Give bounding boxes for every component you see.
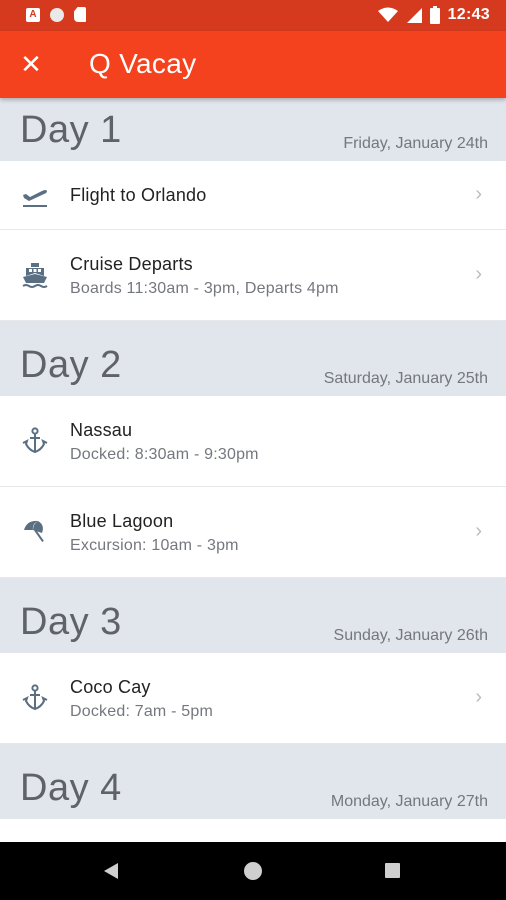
day-title: Day 2 (20, 344, 122, 386)
battery-icon (429, 6, 440, 24)
chevron-right-icon: › (475, 520, 482, 542)
sd-card-icon (74, 7, 86, 22)
day-date: Saturday, January 25th (323, 370, 488, 387)
status-right-icons: 12:43 (377, 6, 490, 24)
back-button[interactable] (104, 863, 118, 879)
day-date: Monday, January 27th (330, 793, 488, 810)
app-bar: ✕ Q Vacay (0, 31, 506, 98)
status-left-icons: A (26, 7, 86, 22)
itinerary-list[interactable]: Day 1 Friday, January 24th Flight to Orl… (0, 98, 506, 842)
anchor-icon (22, 427, 48, 454)
day-header: Day 3 Sunday, January 26th (0, 578, 506, 653)
close-icon: ✕ (20, 48, 42, 79)
home-button[interactable] (244, 862, 262, 880)
day-title: Day 1 (20, 109, 122, 151)
list-item[interactable]: Coco Cay Docked: 7am - 5pm › (0, 653, 506, 744)
day-date: Sunday, January 26th (333, 627, 488, 644)
chevron-right-icon: › (475, 183, 482, 205)
anchor-icon (22, 684, 48, 711)
item-title: Cruise Departs (70, 254, 193, 274)
navigation-bar (0, 842, 506, 900)
item-title: Coco Cay (70, 677, 151, 697)
status-bar: A 12:43 (0, 0, 506, 31)
day-date: Friday, January 24th (343, 135, 488, 152)
circle-icon (50, 7, 64, 22)
day-title: Day 4 (20, 767, 122, 809)
list-item[interactable]: Flight to Orlando › (0, 161, 506, 230)
item-title: Nassau (70, 420, 133, 440)
item-subtitle: Excursion: 10am - 3pm (70, 537, 239, 554)
day-header: Day 2 Saturday, January 25th (0, 321, 506, 396)
close-button[interactable]: ✕ (14, 47, 48, 81)
chevron-right-icon: › (475, 263, 482, 285)
item-title: Flight to Orlando (70, 185, 207, 205)
day-header: Day 4 Monday, January 27th (0, 744, 506, 819)
page-title: Q Vacay (89, 48, 197, 79)
flight-takeoff-icon (23, 190, 47, 207)
item-subtitle: Boards 11:30am - 3pm, Departs 4pm (70, 280, 339, 297)
wifi-icon (377, 7, 398, 22)
list-item[interactable]: Nassau Docked: 8:30am - 9:30pm (0, 396, 506, 487)
item-subtitle: Docked: 7am - 5pm (70, 703, 214, 720)
list-item[interactable]: Blue Lagoon Excursion: 10am - 3pm › (0, 487, 506, 578)
day-title: Day 3 (20, 601, 122, 643)
item-title: Blue Lagoon (70, 511, 174, 531)
cruise-ship-icon (22, 263, 48, 288)
list-item[interactable]: Cruise Departs Boards 11:30am - 3pm, Dep… (0, 230, 506, 321)
day-header: Day 1 Friday, January 24th (0, 98, 506, 161)
badge-icon: A (26, 7, 40, 22)
item-subtitle: Docked: 8:30am - 9:30pm (70, 446, 259, 463)
recents-button[interactable] (385, 863, 400, 878)
beach-umbrella-icon (24, 520, 44, 543)
signal-icon (406, 8, 422, 23)
status-time: 12:43 (447, 6, 490, 23)
chevron-right-icon: › (475, 686, 482, 708)
list-item[interactable] (0, 819, 506, 842)
